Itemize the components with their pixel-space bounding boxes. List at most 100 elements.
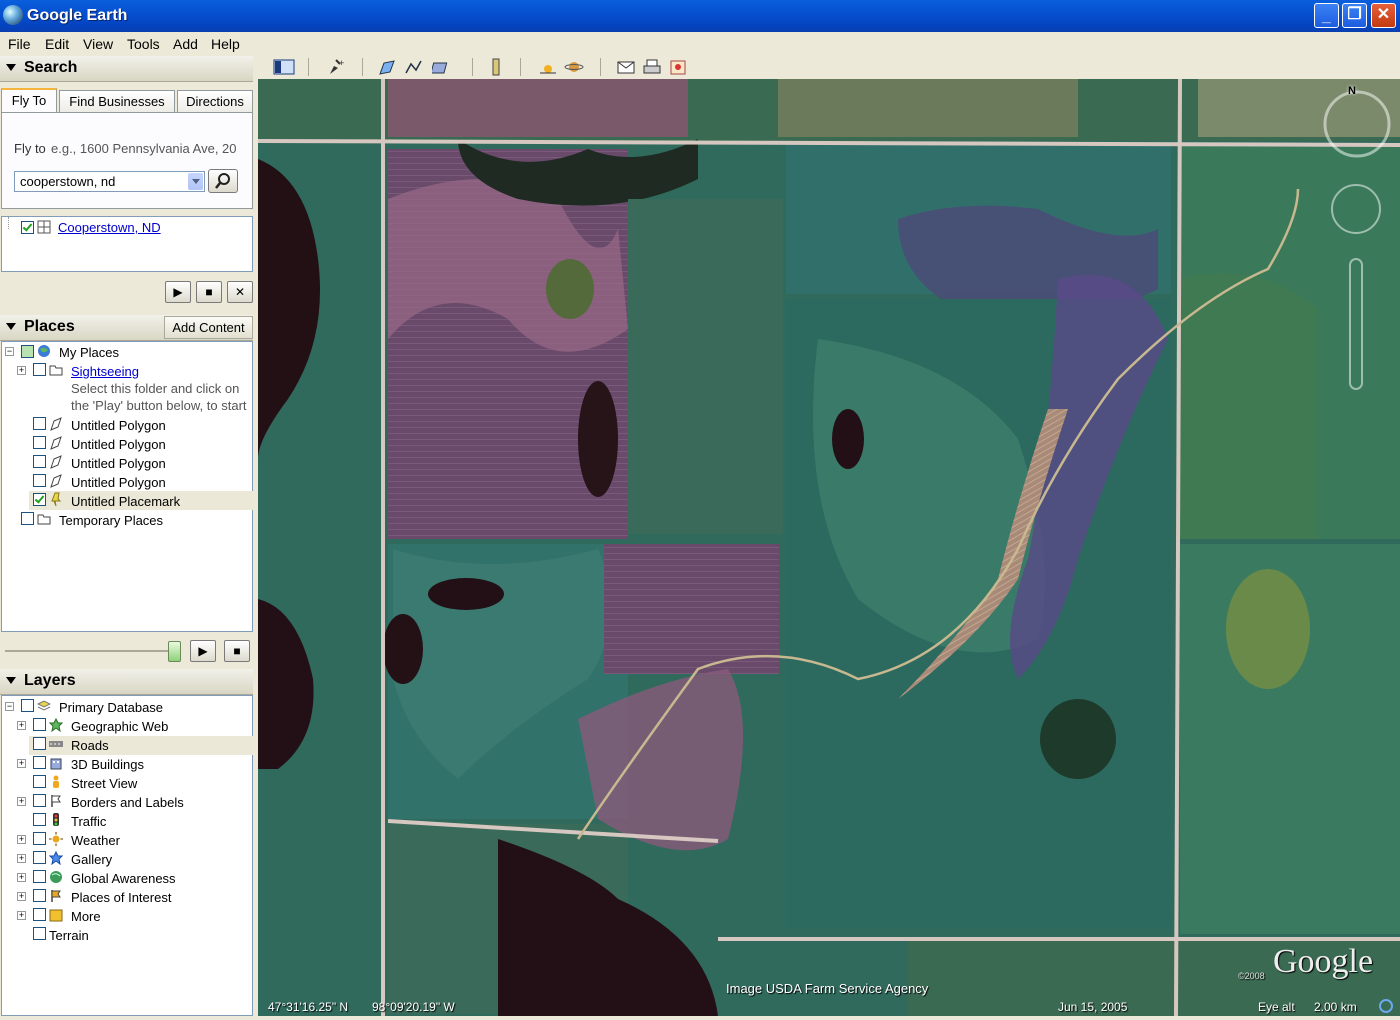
placemark-label[interactable]: Untitled Placemark	[71, 494, 180, 509]
layer-roads[interactable]: Roads	[71, 738, 109, 753]
layer-3d-buildings[interactable]: 3D Buildings	[71, 757, 144, 772]
compass-north-label[interactable]: N	[1348, 85, 1356, 97]
zoom-slider-icon[interactable]	[1349, 258, 1363, 390]
expand-toggle[interactable]: +	[17, 797, 26, 806]
layer-geographic-web[interactable]: Geographic Web	[71, 719, 168, 734]
view-in-maps-icon[interactable]	[668, 58, 688, 76]
polygon-label[interactable]: Untitled Polygon	[71, 475, 166, 490]
clear-button[interactable]: ✕	[227, 281, 253, 303]
menu-help[interactable]: Help	[211, 36, 240, 52]
layer-checkbox[interactable]	[33, 737, 46, 750]
collapse-toggle[interactable]: −	[5, 347, 14, 356]
search-input[interactable]: cooperstown, nd	[14, 171, 205, 192]
expand-toggle[interactable]: +	[17, 911, 26, 920]
layer-terrain[interactable]: Terrain	[49, 928, 89, 943]
tab-fly-to[interactable]: Fly To	[1, 88, 57, 113]
polygon-label[interactable]: Untitled Polygon	[71, 437, 166, 452]
menu-edit[interactable]: Edit	[45, 36, 69, 52]
map-view[interactable]: N Image USDA Farm Service Agency ©2008 G…	[258, 79, 1400, 1016]
search-button[interactable]	[208, 169, 238, 193]
polygon-checkbox[interactable]	[33, 474, 46, 487]
layer-checkbox[interactable]	[33, 718, 46, 731]
layer-gallery[interactable]: Gallery	[71, 852, 112, 867]
sky-planet-icon[interactable]	[564, 58, 584, 76]
sunlight-icon[interactable]	[538, 58, 558, 76]
expand-toggle[interactable]: +	[17, 873, 26, 882]
polygon-label[interactable]: Untitled Polygon	[71, 456, 166, 471]
menu-view[interactable]: View	[83, 36, 113, 52]
collapse-icon	[6, 64, 16, 71]
layer-checkbox[interactable]	[33, 851, 46, 864]
menu-add[interactable]: Add	[173, 36, 198, 52]
layer-checkbox[interactable]	[33, 889, 46, 902]
result-checkbox[interactable]	[21, 221, 34, 234]
layer-checkbox[interactable]	[33, 927, 46, 940]
layer-more[interactable]: More	[71, 909, 101, 924]
email-icon[interactable]	[616, 58, 636, 76]
menu-file[interactable]: File	[8, 36, 31, 52]
overlay-add-icon[interactable]	[432, 58, 452, 76]
places-panel-header[interactable]: Places Add Content	[0, 315, 253, 341]
layer-checkbox[interactable]	[33, 870, 46, 883]
close-icon: ✕	[234, 285, 246, 299]
polygon-add-icon[interactable]	[378, 58, 398, 76]
polygon-label[interactable]: Untitled Polygon	[71, 418, 166, 433]
polygon-checkbox[interactable]	[33, 417, 46, 430]
ruler-icon[interactable]	[486, 58, 506, 76]
expand-toggle[interactable]: +	[17, 892, 26, 901]
layer-places-of-interest[interactable]: Places of Interest	[71, 890, 171, 905]
tour-play-button[interactable]: ▶	[190, 640, 216, 662]
expand-toggle[interactable]: +	[17, 366, 26, 375]
expand-toggle[interactable]: +	[17, 854, 26, 863]
layer-checkbox[interactable]	[33, 794, 46, 807]
expand-toggle[interactable]: +	[17, 721, 26, 730]
layer-checkbox[interactable]	[33, 832, 46, 845]
slider-handle[interactable]	[168, 641, 181, 662]
search-panel-header[interactable]: Search	[0, 56, 253, 82]
layer-weather[interactable]: Weather	[71, 833, 120, 848]
layer-traffic[interactable]: Traffic	[71, 814, 106, 829]
temporary-places-label[interactable]: Temporary Places	[59, 513, 163, 528]
sidebar-toggle-icon[interactable]	[272, 58, 296, 76]
layer-primary-database[interactable]: Primary Database	[59, 700, 163, 715]
placemark-checkbox[interactable]	[33, 493, 46, 506]
star-icon	[49, 718, 63, 732]
expand-toggle[interactable]: +	[17, 759, 26, 768]
tour-speed-slider[interactable]	[5, 650, 177, 652]
compass-ring-icon[interactable]	[1323, 90, 1391, 158]
layer-street-view[interactable]: Street View	[71, 776, 137, 791]
polygon-checkbox[interactable]	[33, 455, 46, 468]
look-joystick-icon[interactable]	[1331, 184, 1381, 234]
collapse-toggle[interactable]: −	[5, 702, 14, 711]
my-places-checkbox[interactable]	[21, 345, 34, 358]
print-icon[interactable]	[642, 58, 662, 76]
maximize-button[interactable]: ❐	[1342, 3, 1367, 28]
stop-button[interactable]: ■	[196, 281, 222, 303]
layer-borders-labels[interactable]: Borders and Labels	[71, 795, 184, 810]
sightseeing-link[interactable]: Sightseeing	[71, 364, 139, 379]
tour-stop-button[interactable]: ■	[224, 640, 250, 662]
menu-tools[interactable]: Tools	[127, 36, 160, 52]
temporary-places-checkbox[interactable]	[21, 512, 34, 525]
layers-panel-header[interactable]: Layers	[0, 669, 253, 695]
expand-toggle[interactable]: +	[17, 835, 26, 844]
polygon-checkbox[interactable]	[33, 436, 46, 449]
layer-checkbox[interactable]	[33, 756, 46, 769]
layer-checkbox[interactable]	[33, 775, 46, 788]
layer-checkbox[interactable]	[33, 908, 46, 921]
add-content-button[interactable]: Add Content	[164, 316, 253, 339]
layer-global-awareness[interactable]: Global Awareness	[71, 871, 176, 886]
close-window-button[interactable]: ✕	[1371, 3, 1396, 28]
path-add-icon[interactable]	[404, 58, 424, 76]
layer-checkbox[interactable]	[21, 699, 34, 712]
placemark-add-icon[interactable]: +	[326, 58, 346, 76]
my-places-label[interactable]: My Places	[59, 345, 119, 360]
layer-checkbox[interactable]	[33, 813, 46, 826]
minimize-button[interactable]: _	[1314, 3, 1339, 28]
tab-directions[interactable]: Directions	[177, 90, 253, 113]
result-link[interactable]: Cooperstown, ND	[58, 220, 161, 235]
sightseeing-checkbox[interactable]	[33, 363, 46, 376]
play-button[interactable]: ▶	[165, 281, 191, 303]
tab-find-businesses[interactable]: Find Businesses	[59, 90, 175, 113]
dropdown-arrow-icon[interactable]	[188, 173, 203, 190]
